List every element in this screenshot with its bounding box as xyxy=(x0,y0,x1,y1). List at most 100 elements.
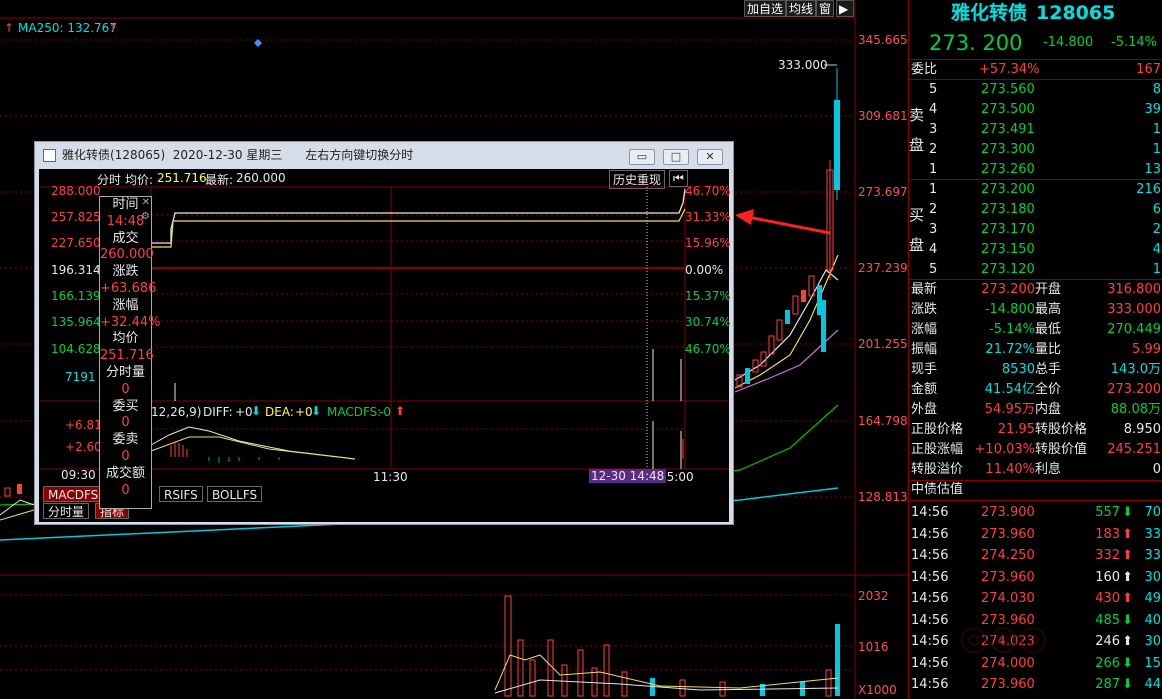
tab-bollfs[interactable]: BOLLFS xyxy=(207,486,263,502)
weibi-label: 委比 xyxy=(911,62,938,77)
popup-titlebar[interactable]: 雅化转债(128065) 2020-12-30 星期三 左右方向键切换分时 ▭ … xyxy=(35,142,733,169)
trade-row: 14:56 273.900 557 ⬇ 70 xyxy=(909,503,1162,523)
trade-count: 30 xyxy=(1144,634,1161,649)
quote-row: 外盘 54.95万 内盘 88.08万 xyxy=(909,400,1162,420)
ob-price: 273.260 xyxy=(981,162,1035,177)
macd-axis-label: +6.81 xyxy=(65,418,102,432)
tooltip-label: 成交 xyxy=(112,230,139,246)
ob-level: 4 xyxy=(929,242,938,257)
tooltip-settings-icon[interactable]: ⚙ xyxy=(141,211,150,222)
orderbook-buy-row[interactable]: 1 273.200 216 xyxy=(909,180,1162,200)
trade-time: 14:56 xyxy=(911,677,949,692)
latest-value: 260.000 xyxy=(236,171,286,185)
trade-time: 14:56 xyxy=(911,526,949,542)
maximize-button[interactable]: □ xyxy=(663,149,689,165)
tooltip-value: +32.44% xyxy=(100,314,161,330)
intraday-popup-window[interactable]: 雅化转债(128065) 2020-12-30 星期三 左右方向键切换分时 ▭ … xyxy=(34,141,734,525)
trade-volume-value: 430 xyxy=(1095,591,1121,606)
volume-axis-label: 1016 xyxy=(858,640,889,654)
minimize-button[interactable]: ▭ xyxy=(629,149,655,165)
ob-price: 273.300 xyxy=(981,142,1035,157)
quote-row: 振幅 21.72% 量比 5.99 xyxy=(909,340,1162,360)
quote-panel: 雅化转债 128065 273. 200 -14.800 -5.14% 委比 +… xyxy=(908,0,1162,699)
window-button[interactable]: 窗 xyxy=(816,0,835,17)
avg-line-button[interactable]: 均线 xyxy=(786,0,817,17)
crosshair-tooltip: ✕ ⚙ 时间 14:48 成交 260.000 涨跌 +63.686 涨幅 +32.44% 均价… xyxy=(99,196,161,509)
orderbook-sell-row[interactable]: 3 273.491 1 xyxy=(909,120,1162,140)
trade-price: 273.960 xyxy=(981,677,1035,692)
ma250-label: MA250: 132.767 xyxy=(18,21,117,35)
time-label-noon: 11:30 xyxy=(373,470,408,484)
trade-count: 70 xyxy=(1144,505,1161,520)
trade-count: 44 xyxy=(1144,677,1161,692)
orderbook-sell-row[interactable]: 4 273.500 39 xyxy=(909,100,1162,120)
up-arrow-icon: ⬆ xyxy=(1122,569,1133,585)
tooltip-label: 分时量 xyxy=(105,364,145,380)
diff-label: DIFF: xyxy=(203,405,233,419)
orderbook-buy-row[interactable]: 2 273.180 6 xyxy=(909,200,1162,220)
trade-volume-value: 246 xyxy=(1095,634,1121,649)
ob-volume: 4 xyxy=(1152,242,1161,257)
quote-value: 273.200 xyxy=(981,282,1035,297)
trade-count: 30 xyxy=(1144,569,1161,585)
close-button[interactable]: ✕ xyxy=(697,149,723,165)
popup-pct-label: 0.00% xyxy=(685,263,724,277)
tab-macdfs[interactable]: MACDFS xyxy=(43,486,104,502)
popup-title: 雅化转债(128065) 2020-12-30 星期三 左右方向键切换分时 xyxy=(62,148,414,162)
quote-value: +10.03% xyxy=(974,442,1035,457)
orderbook-sell-row[interactable]: 2 273.300 1 xyxy=(909,140,1162,160)
trade-time: 14:56 xyxy=(911,591,949,606)
orderbook-sell-row[interactable]: 5 273.560 8 xyxy=(909,80,1162,100)
watermark-logo: ◎◎◎ xyxy=(959,618,1049,658)
quote-value: 8530 xyxy=(1001,362,1035,377)
quote-label: 转股溢价 xyxy=(911,462,964,477)
tab-fenshiliang[interactable]: 分时量 xyxy=(43,503,90,519)
stock-name: 雅化转债 xyxy=(951,2,1028,24)
tooltip-close-icon[interactable]: ✕ xyxy=(142,197,150,208)
price-change: -14.800 xyxy=(1043,35,1094,50)
trade-volume: 183 ⬆ xyxy=(1095,525,1133,545)
ob-level: 4 xyxy=(929,102,938,117)
popup-price-label: 196.314 xyxy=(51,263,101,277)
stock-code: 128065 xyxy=(1036,2,1116,24)
intraday-chart[interactable]: 分时 均价: 251.716 最新: 260.000 历史重现 ⏮ 288.00… xyxy=(39,169,731,522)
trade-volume: 246 ⬆ xyxy=(1095,632,1133,652)
zhongzhai-label: 中债估值 xyxy=(911,482,964,497)
weibi-pct: +57.34% xyxy=(979,62,1040,77)
ob-volume: 216 xyxy=(1136,182,1161,197)
history-replay-button[interactable]: 历史重现 xyxy=(609,170,666,189)
orderbook-sell-row[interactable]: 1 273.260 13 xyxy=(909,160,1162,180)
up-arrow-icon: ⬆ xyxy=(1122,548,1133,563)
weibi-diff: 167 xyxy=(1136,62,1161,77)
app-icon xyxy=(43,149,56,162)
trade-volume: 266 ⬇ xyxy=(1095,654,1133,674)
quote-value: 88.08万 xyxy=(1110,402,1161,417)
orderbook-buy-row[interactable]: 5 273.120 1 xyxy=(909,260,1162,280)
popup-pct-label: 30.74% xyxy=(685,315,731,329)
trade-count: 33 xyxy=(1144,526,1161,542)
orderbook-buy-row[interactable]: 4 273.150 4 xyxy=(909,240,1162,260)
tooltip-value: +63.686 xyxy=(100,280,157,296)
trade-volume-value: 557 xyxy=(1095,505,1121,520)
tab-rsifs[interactable]: RSIFS xyxy=(159,486,203,502)
ob-level: 5 xyxy=(929,262,938,277)
quote-label: 量比 xyxy=(1035,342,1062,357)
tooltip-label: 涨跌 xyxy=(112,264,139,280)
latest-label: 最新: xyxy=(205,173,234,187)
ob-price: 273.200 xyxy=(981,182,1035,197)
ob-level: 1 xyxy=(929,162,938,177)
tooltip-value: 251.716 xyxy=(100,348,154,364)
ob-volume: 8 xyxy=(1152,82,1161,97)
quote-label: 正股涨幅 xyxy=(911,442,964,457)
orderbook-buy-row[interactable]: 3 273.170 2 xyxy=(909,220,1162,240)
down-arrow-icon: ⬇ xyxy=(1122,612,1133,628)
quote-row: 正股涨幅 +10.03% 转股价值 245.251 xyxy=(909,440,1162,460)
add-watchlist-button[interactable]: 加自选 xyxy=(744,0,787,17)
trade-row: 14:56 274.030 430 ⬆ 49 xyxy=(909,589,1162,609)
trade-count: 49 xyxy=(1144,591,1161,606)
collapse-panel-icon[interactable]: ▶ xyxy=(836,0,854,17)
quote-row: 转股溢价 11.40% 利息 0 xyxy=(909,460,1162,480)
macdfs-value: -0 xyxy=(379,405,391,419)
tooltip-value: 260.000 xyxy=(100,247,154,263)
ob-price: 273.120 xyxy=(981,262,1035,277)
